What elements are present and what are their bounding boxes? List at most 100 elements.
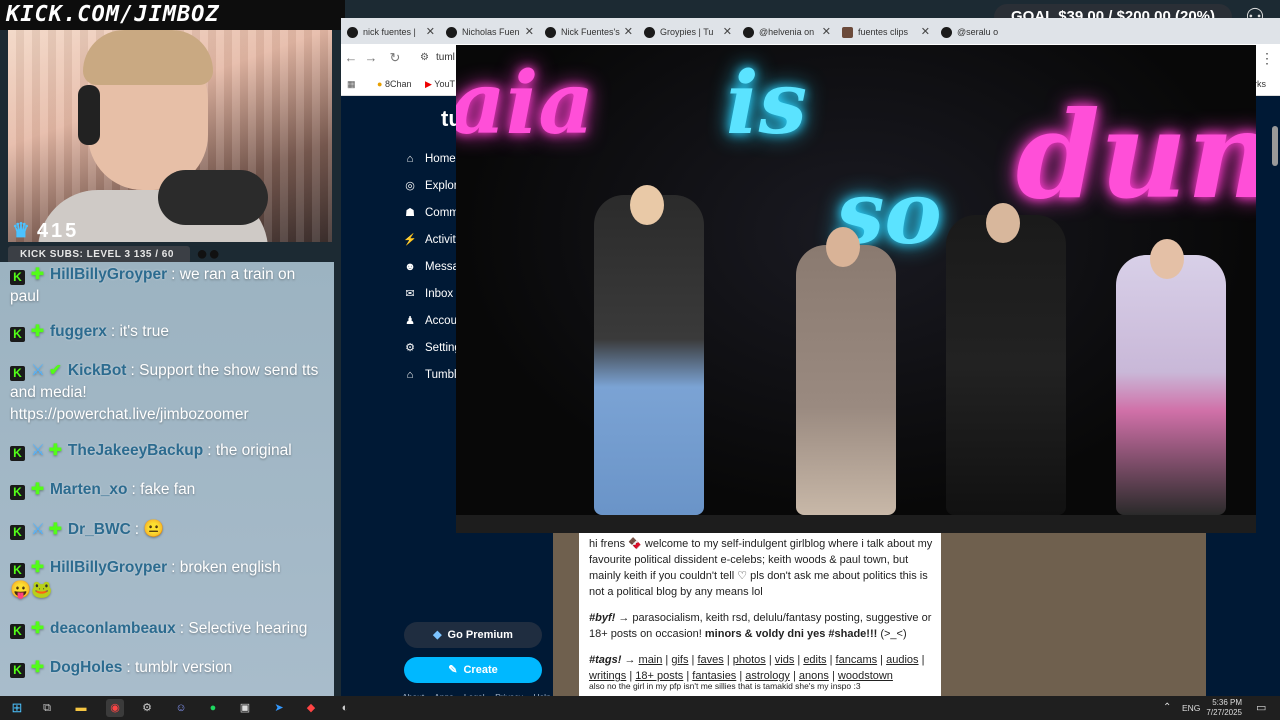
verified-badge-icon: ✔ <box>48 362 62 379</box>
sub-icon: ♛ <box>12 220 33 242</box>
neon-text: aia <box>456 53 595 154</box>
kick-badge-icon: K <box>10 485 25 500</box>
create-button[interactable]: ✎ Create <box>404 657 542 683</box>
blog-header-area: hi frens 🍫 welcome to my self-indulgent … <box>553 532 1206 697</box>
chat-text: broken english <box>179 559 281 576</box>
back-icon[interactable]: ← <box>341 44 361 72</box>
close-tab-icon[interactable]: ✕ <box>624 21 633 44</box>
apps-grid-icon[interactable]: ▦ <box>347 72 356 96</box>
chat-username[interactable]: deaconlambeaux <box>50 620 176 637</box>
go-premium-button[interactable]: ◆ Go Premium <box>404 622 542 648</box>
site-info-icon[interactable]: ⚙ <box>420 48 429 68</box>
system-clock[interactable]: 5:36 PM 7/27/2025 <box>1202 698 1242 718</box>
file-explorer-icon[interactable]: ▬ <box>72 699 90 717</box>
spotify-icon[interactable]: ● <box>204 699 222 717</box>
chat-username[interactable]: KickBot <box>68 362 127 379</box>
tumblr-mart-icon: ⌂ <box>406 369 414 381</box>
close-tab-icon[interactable]: ✕ <box>723 21 732 44</box>
activity-icon: ⚡ <box>403 234 417 246</box>
task-view-icon[interactable]: ⧉ <box>38 699 56 717</box>
tag-link[interactable]: edits <box>803 654 826 666</box>
language-indicator[interactable]: ENG <box>1182 696 1200 720</box>
video-frame: aia is so dun <box>456 45 1256 515</box>
tag-link[interactable]: fancams <box>836 654 878 666</box>
chat-message: K ✚ DogHoles: tumblr version <box>10 657 326 679</box>
browser-tab[interactable]: nick fuentes | ✕ <box>341 21 439 44</box>
close-tab-icon[interactable]: ✕ <box>921 21 930 44</box>
browser-tab[interactable]: fuentes clips ✕ <box>836 21 934 44</box>
kick-badge-icon: K <box>10 624 25 639</box>
chat-message: K ✚ HillBillyGroyper: broken english 😛🐸 <box>10 559 281 599</box>
chrome-icon[interactable]: ◉ <box>106 699 124 717</box>
sub-badge-icon: ✚ <box>48 521 62 538</box>
sub-badge-icon: ✚ <box>31 323 44 340</box>
browser-tab[interactable]: Nicholas Fuen ✕ <box>440 21 538 44</box>
start-menu-icon[interactable]: ⊞ <box>8 699 26 717</box>
address-bar[interactable]: ⚙ tuml <box>416 48 456 68</box>
bookmark-item[interactable]: ▶ YouT <box>425 72 455 96</box>
app-icon[interactable]: ◐ <box>336 699 354 717</box>
kick-badge-icon: K <box>10 366 25 381</box>
telegram-icon[interactable]: ➤ <box>270 699 288 717</box>
close-tab-icon[interactable]: ✕ <box>822 21 831 44</box>
neon-text: dun <box>1016 85 1256 226</box>
clips-favicon-icon <box>842 27 853 38</box>
dancer-figure <box>946 203 1066 515</box>
discord-icon[interactable]: ☺ <box>172 699 190 717</box>
forward-icon[interactable]: → <box>361 44 381 72</box>
messages-icon: ☻ <box>404 261 416 273</box>
tag-link[interactable]: photos <box>733 654 766 666</box>
home-icon: ⌂ <box>406 153 414 165</box>
tag-link[interactable]: faves <box>697 654 723 666</box>
notification-icon[interactable]: ▭ <box>1256 696 1266 720</box>
sub-badge-icon: ✚ <box>48 442 62 459</box>
chat-message: K ⚔ ✚ Dr_BWC: 😐 <box>10 518 326 541</box>
chat-text: the original <box>215 442 292 459</box>
sword-badge-icon: ⚔ <box>31 521 45 538</box>
youtube-icon: ▶ <box>425 79 432 89</box>
browser-tab[interactable]: Groypies | Tu ✕ <box>638 21 736 44</box>
chat-username[interactable]: TheJakeeyBackup <box>68 442 203 459</box>
steam-icon[interactable]: ⚙ <box>138 699 156 717</box>
chat-text: fake fan <box>140 481 196 498</box>
chat-username[interactable]: Dr_BWC <box>68 521 131 538</box>
page-scrollbar[interactable] <box>1272 100 1278 700</box>
sub-badge-icon: ✚ <box>31 481 44 498</box>
kick-badge-icon: K <box>10 563 25 578</box>
obs-icon[interactable]: ◆ <box>302 699 320 717</box>
tumblr-favicon-icon <box>743 27 754 38</box>
browser-tab[interactable]: @seralu o <box>935 21 1033 44</box>
kick-badge-icon: K <box>10 327 25 342</box>
diamond-icon: ◆ <box>433 629 442 641</box>
dancer-figure <box>796 227 896 515</box>
emote-frog-icon: 🐸 <box>31 580 53 599</box>
sub-badge-icon: ✚ <box>31 266 44 283</box>
kick-badge-icon: K <box>10 663 25 678</box>
chat-username[interactable]: fuggerx <box>50 323 107 340</box>
browser-tab[interactable]: Nick Fuentes's ✕ <box>539 21 637 44</box>
controller-icon: ●● <box>196 243 221 265</box>
bookmark-item[interactable]: ● 8Chan <box>377 72 411 96</box>
tag-link[interactable]: audios <box>886 654 918 666</box>
close-tab-icon[interactable]: ✕ <box>426 21 435 44</box>
tumblr-favicon-icon <box>644 27 655 38</box>
inbox-icon: ✉ <box>405 288 415 300</box>
close-tab-icon[interactable]: ✕ <box>525 21 534 44</box>
chat-username[interactable]: HillBillyGroyper <box>50 266 167 283</box>
tag-link[interactable]: main <box>639 654 663 666</box>
app-icon[interactable]: ▣ <box>236 699 254 717</box>
tray-chevron-icon[interactable]: ⌃ <box>1163 696 1171 720</box>
chat-panel: K ✚ HillBillyGroyper: we ran a train on pa… <box>0 262 334 696</box>
chat-message: K ✚ Marten_xo: fake fan <box>10 479 326 501</box>
reload-icon[interactable]: ↻ <box>385 44 405 72</box>
chat-username[interactable]: DogHoles <box>50 659 122 676</box>
tag-link[interactable]: vids <box>775 654 795 666</box>
video-player[interactable]: aia is so dun <box>456 45 1256 533</box>
browser-menu-icon[interactable]: ⋮ <box>1260 44 1274 72</box>
chat-username[interactable]: HillBillyGroyper <box>50 559 167 576</box>
chat-username[interactable]: Marten_xo <box>50 481 128 498</box>
video-controls-bar[interactable] <box>456 515 1256 533</box>
explore-icon: ◎ <box>405 180 415 192</box>
browser-tab[interactable]: @helvenia on ✕ <box>737 21 835 44</box>
tag-link[interactable]: gifs <box>671 654 688 666</box>
